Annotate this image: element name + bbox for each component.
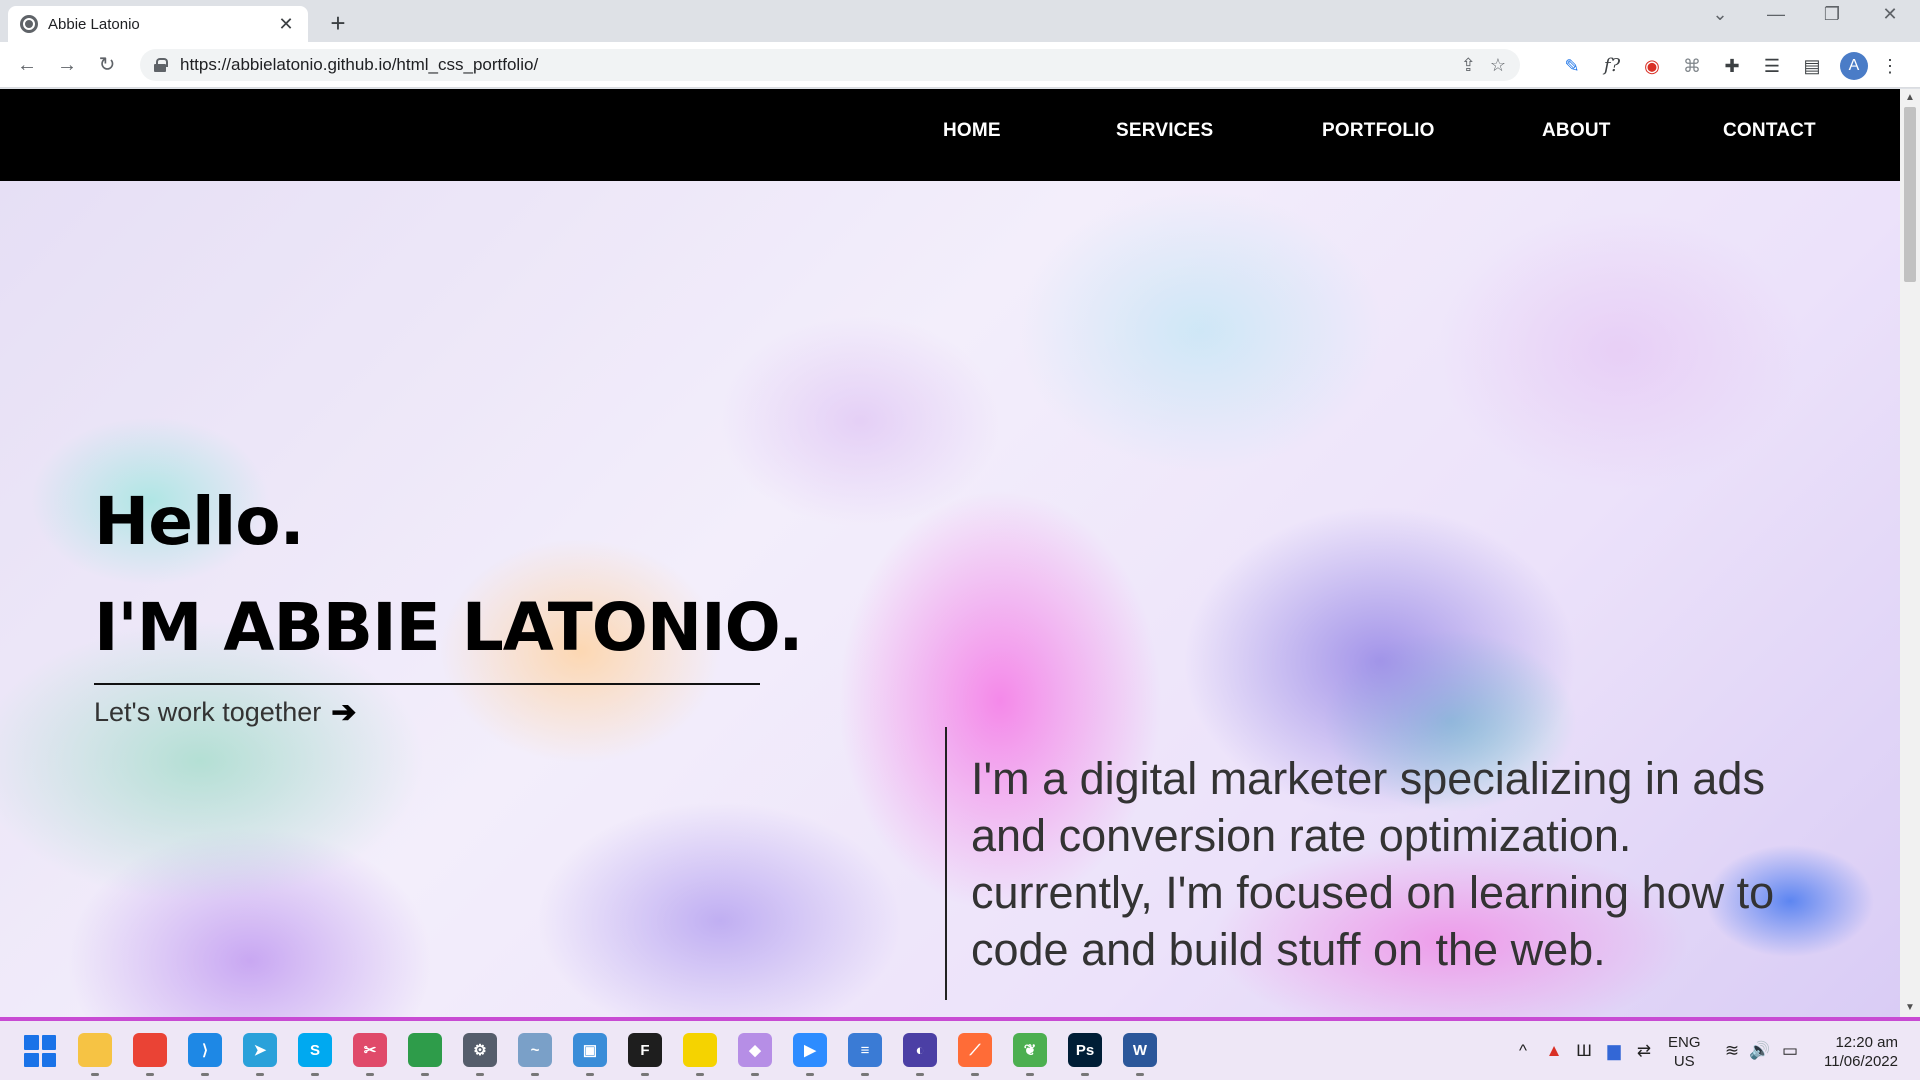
- hero-section: Hello. I'M ABBIE LATONIO. Let's work tog…: [0, 181, 1900, 1017]
- tab-title: Abbie Latonio: [48, 15, 140, 33]
- sticky-notes-icon[interactable]: [683, 1033, 717, 1076]
- browser-toolbar: ← → ↻ https://abbielatonio.github.io/htm…: [0, 42, 1920, 88]
- skype-icon[interactable]: S: [298, 1033, 332, 1076]
- tray-sync-icon[interactable]: ⇄: [1632, 1041, 1656, 1061]
- nav-portfolio[interactable]: PORTFOLIO: [1322, 120, 1435, 142]
- close-window-button[interactable]: ✕: [1870, 4, 1910, 25]
- share-icon[interactable]: ⇪: [1461, 55, 1476, 76]
- back-arrow-icon[interactable]: ←: [14, 52, 40, 78]
- figma-icon[interactable]: F: [628, 1033, 662, 1076]
- close-tab-icon[interactable]: ✕: [276, 14, 296, 35]
- tray-overflow-icon[interactable]: ^: [1511, 1041, 1535, 1061]
- photoshop-icon[interactable]: Ps: [1068, 1033, 1102, 1076]
- scroll-down-icon[interactable]: ▼: [1900, 999, 1920, 1017]
- pen-extension-icon[interactable]: ✎: [1560, 54, 1584, 78]
- battery-icon[interactable]: ▭: [1778, 1041, 1802, 1061]
- address-bar[interactable]: https://abbielatonio.github.io/html_css_…: [140, 49, 1520, 81]
- work-together-link[interactable]: Let's work together ➔: [94, 695, 356, 730]
- snipping-tool-icon[interactable]: ✂: [353, 1033, 387, 1076]
- scroll-thumb[interactable]: [1904, 107, 1916, 282]
- tray-network-app-icon[interactable]: ▆: [1602, 1041, 1626, 1061]
- tray-monitor-icon[interactable]: Ш: [1572, 1041, 1596, 1061]
- site-navigation: HOME SERVICES PORTFOLIO ABOUT CONTACT: [0, 89, 1900, 181]
- photo-app-icon[interactable]: [408, 1033, 442, 1076]
- reload-icon[interactable]: ↻: [94, 52, 120, 78]
- windows-start-icon[interactable]: [24, 1035, 56, 1067]
- code-extension-icon[interactable]: ⌘: [1680, 54, 1704, 78]
- hero-name: I'M ABBIE LATONIO.: [94, 589, 803, 666]
- side-panel-icon[interactable]: ▤: [1800, 54, 1824, 78]
- cta-label: Let's work together: [94, 697, 322, 727]
- telegram-icon[interactable]: ➤: [243, 1033, 277, 1076]
- mongodb-icon[interactable]: ❦: [1013, 1033, 1047, 1076]
- reading-list-icon[interactable]: ☰: [1760, 54, 1784, 78]
- profile-avatar[interactable]: A: [1840, 52, 1868, 80]
- remote-desktop-icon[interactable]: ▣: [573, 1033, 607, 1076]
- arrow-right-icon: ➔: [331, 696, 357, 729]
- taskbar: ⟩ ➤ S ✂ ⚙ ~ ▣ F ◆ ▶ ≡ ◐ ⟋ ❦ Ps W ^ ▲ Ш ▆ ⇄ ENG US ≋ 🔊 ▭…: [0, 1017, 1920, 1080]
- nav-services[interactable]: SERVICES: [1116, 120, 1213, 142]
- region-code: US: [1673, 1053, 1695, 1070]
- language-indicator[interactable]: ENG US: [1668, 1033, 1701, 1071]
- tray-app-icon[interactable]: ▲: [1542, 1041, 1566, 1061]
- zoom-icon[interactable]: ▶: [793, 1033, 827, 1076]
- file-explorer-icon[interactable]: [78, 1033, 112, 1076]
- bio-divider: [945, 727, 947, 1000]
- globe-icon: [20, 15, 38, 33]
- tab-search-icon[interactable]: ⌄: [1700, 4, 1740, 25]
- hero-greeting: Hello.: [94, 483, 305, 560]
- git-icon[interactable]: ◆: [738, 1033, 772, 1076]
- clock-time: 12:20 am: [1835, 1034, 1898, 1051]
- postman-icon[interactable]: ⟋: [958, 1033, 992, 1076]
- browser-tab[interactable]: Abbie Latonio ✕: [8, 6, 308, 42]
- page-scrollbar[interactable]: ▲ ▼: [1900, 89, 1920, 1017]
- chrome-icon[interactable]: [133, 1033, 167, 1076]
- forward-arrow-icon[interactable]: →: [54, 52, 80, 78]
- lock-icon[interactable]: [154, 58, 168, 72]
- clock[interactable]: 12:20 am 11/06/2022: [1818, 1033, 1898, 1071]
- restore-button[interactable]: ❐: [1812, 4, 1852, 25]
- volume-icon[interactable]: 🔊: [1748, 1041, 1772, 1061]
- bookmark-star-icon[interactable]: ☆: [1490, 55, 1506, 76]
- clock-date: 11/06/2022: [1824, 1053, 1898, 1070]
- tab-strip: Abbie Latonio ✕ + ⌄ — ❐ ✕: [0, 0, 1920, 42]
- resource-monitor-icon[interactable]: ~: [518, 1033, 552, 1076]
- settings-icon[interactable]: ⚙: [463, 1033, 497, 1076]
- kebab-menu-icon[interactable]: ⋮: [1878, 54, 1902, 78]
- vscode-icon[interactable]: ⟩: [188, 1033, 222, 1076]
- eclipse-icon[interactable]: ◐: [903, 1033, 937, 1076]
- wifi-icon[interactable]: ≋: [1720, 1041, 1744, 1061]
- minimize-button[interactable]: —: [1756, 4, 1796, 25]
- nav-about[interactable]: ABOUT: [1542, 120, 1611, 142]
- puzzle-icon[interactable]: ✚: [1720, 54, 1744, 78]
- notepad-icon[interactable]: ≡: [848, 1033, 882, 1076]
- new-tab-button[interactable]: +: [322, 8, 354, 40]
- scroll-up-icon[interactable]: ▲: [1900, 89, 1920, 107]
- font-extension-icon[interactable]: f?: [1600, 54, 1624, 78]
- hero-divider: [94, 683, 760, 685]
- hero-bio: I'm a digital marketer specializing in a…: [971, 753, 1775, 975]
- color-picker-extension-icon[interactable]: ◉: [1640, 54, 1664, 78]
- nav-home[interactable]: HOME: [943, 120, 1001, 142]
- language-code: ENG: [1668, 1034, 1701, 1051]
- word-icon[interactable]: W: [1123, 1033, 1157, 1076]
- url-text[interactable]: https://abbielatonio.github.io/html_css_…: [180, 55, 1447, 75]
- nav-contact[interactable]: CONTACT: [1723, 120, 1816, 142]
